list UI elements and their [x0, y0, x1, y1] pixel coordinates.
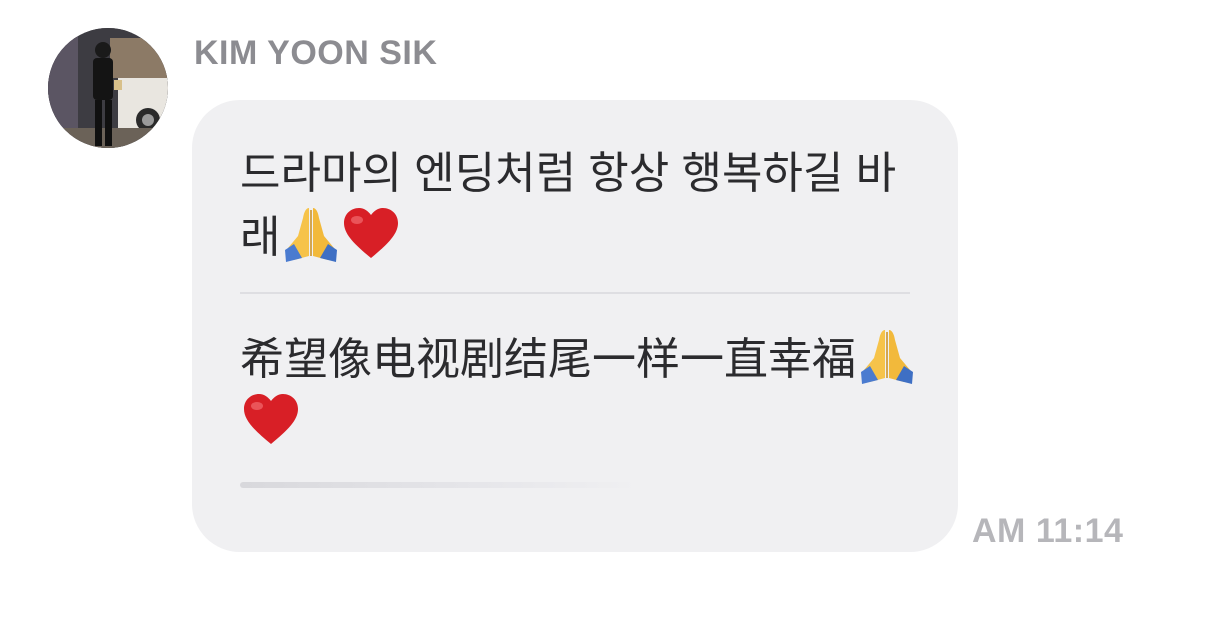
chinese-text: 希望像电视剧结尾一样一直幸福 — [240, 335, 856, 384]
translation-divider — [240, 292, 910, 294]
avatar-photo — [48, 28, 168, 148]
message-timestamp: AM 11:14 — [972, 512, 1124, 550]
message-text-korean: 드라마의 엔딩처럼 항상 행복하길 바래 — [240, 142, 920, 270]
red-heart-icon — [342, 206, 400, 262]
folded-hands-icon — [858, 328, 916, 384]
avatar[interactable] — [48, 28, 168, 148]
faded-content-line — [240, 482, 640, 488]
red-heart-icon — [242, 392, 300, 448]
message-bubble[interactable]: 드라마의 엔딩처럼 항상 행복하길 바래 希望像电视剧结尾一样一直幸福 — [192, 100, 958, 552]
sender-name: KIM YOON SIK — [194, 34, 438, 72]
chat-message: KIM YOON SIK 드라마의 엔딩처럼 항상 행복하길 바래 希望像电视剧… — [0, 0, 1206, 640]
folded-hands-icon — [282, 206, 340, 262]
message-text-chinese: 希望像电视剧结尾一样一直幸福 — [240, 328, 920, 456]
